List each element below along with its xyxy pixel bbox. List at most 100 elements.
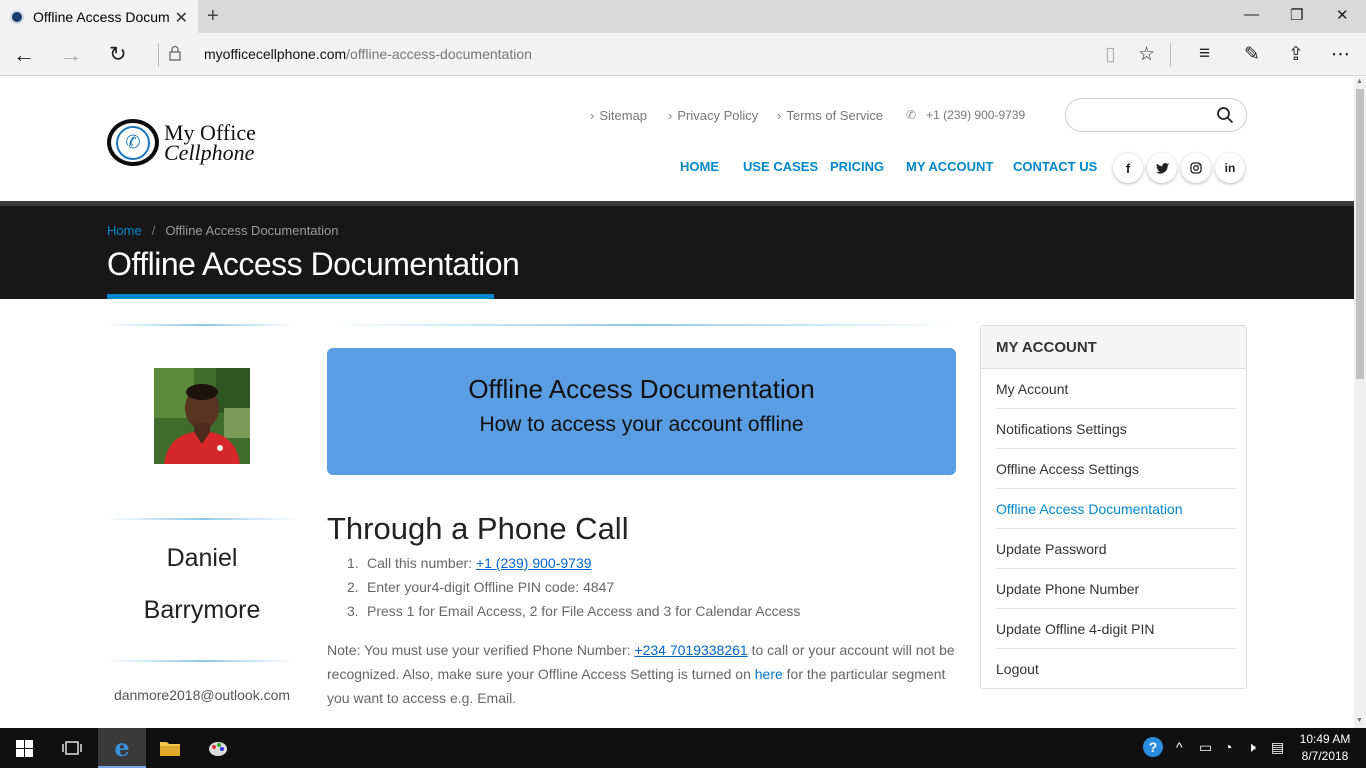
hero-subtitle: How to access your account offline <box>479 413 804 436</box>
account-sidebar: MY ACCOUNT My Account Notifications Sett… <box>980 325 1247 689</box>
page-scrollbar[interactable]: ▲ ▼ <box>1354 77 1366 728</box>
facebook-icon[interactable]: f <box>1113 153 1143 183</box>
nav-use-cases[interactable]: USE CASES <box>743 159 818 174</box>
favorite-star-icon[interactable]: ☆ <box>1138 43 1155 66</box>
url-field[interactable]: myofficecellphone.com/offline-access-doc… <box>204 46 532 62</box>
url-domain: myofficecellphone.com <box>204 46 347 62</box>
nav-home[interactable]: HOME <box>680 159 719 174</box>
refresh-icon[interactable]: ↻ <box>109 42 127 67</box>
browser-tabbar: Offline Access Documer ✕ + — ❐ ✕ <box>0 0 1366 33</box>
nav-my-account[interactable]: MY ACCOUNT <box>906 159 993 174</box>
profile-email: danmore2018@outlook.com <box>113 687 291 703</box>
steps-list: 1. Call this number: +1 (239) 900-9739 2.… <box>347 551 800 623</box>
page-viewport: ✆ My Office Cellphone Sitemap Privacy Po… <box>0 77 1354 728</box>
step-text: Call this number: <box>367 555 476 571</box>
close-tab-icon[interactable]: ✕ <box>175 8 188 28</box>
step-number: 2. <box>347 579 359 595</box>
scroll-thumb[interactable] <box>1356 89 1364 379</box>
profile-last-name: Barrymore <box>143 596 261 624</box>
sidebar-title: MY ACCOUNT <box>981 326 1246 369</box>
note-paragraph: Note: You must use your verified Phone N… <box>327 638 957 710</box>
toplink-privacy-policy[interactable]: Privacy Policy <box>668 108 758 123</box>
web-note-icon[interactable]: ✎ <box>1244 43 1260 66</box>
help-icon[interactable]: ? <box>1143 737 1163 757</box>
show-hidden-icons-icon[interactable]: ^ <box>1176 739 1183 755</box>
forward-icon[interactable]: → <box>60 42 82 68</box>
list-item: 3. Press 1 for Email Access, 2 for File A… <box>347 599 800 623</box>
sidebar-item-update-offline-pin[interactable]: Update Offline 4-digit PIN <box>996 609 1236 649</box>
taskbar-edge-app[interactable]: e <box>98 728 146 768</box>
edge-icon: e <box>114 732 130 762</box>
task-view-button[interactable] <box>48 728 96 768</box>
breadcrumb-current: Offline Access Documentation <box>165 223 339 238</box>
nav-contact-us[interactable]: CONTACT US <box>1013 159 1097 174</box>
header-phone-number: +1 (239) 900-9739 <box>926 108 1026 122</box>
twitter-icon[interactable] <box>1147 153 1177 183</box>
scroll-down-icon[interactable]: ▼ <box>1356 717 1363 724</box>
taskbar: e ? ^ ▭ ◔ 🕨 ▤ 10:49 AM 8/7/2018 <box>0 728 1366 768</box>
site-logo[interactable]: ✆ My Office Cellphone <box>107 119 256 166</box>
here-link[interactable]: here <box>755 666 783 682</box>
hub-icon[interactable]: ≡ <box>1199 43 1210 65</box>
taskbar-app-paint[interactable] <box>194 728 242 768</box>
sidebar-item-logout[interactable]: Logout <box>996 649 1236 689</box>
nav-pricing[interactable]: PRICING <box>830 159 884 174</box>
wifi-icon[interactable]: ◔ <box>1224 739 1232 755</box>
profile-first-name: Daniel <box>166 544 238 572</box>
sidebar-item-offline-access-settings[interactable]: Offline Access Settings <box>996 449 1236 489</box>
restore-icon[interactable]: ❐ <box>1290 6 1303 24</box>
browser-tab[interactable]: Offline Access Documer ✕ <box>0 0 198 33</box>
share-icon[interactable]: ⇪ <box>1288 43 1304 66</box>
main-divider <box>327 324 956 326</box>
folder-icon <box>160 742 180 756</box>
toplink-sitemap[interactable]: Sitemap <box>590 108 647 123</box>
url-path: /offline-access-documentation <box>346 46 532 62</box>
site-favicon-icon <box>10 9 24 24</box>
lock-icon[interactable] <box>169 45 181 61</box>
sidebar-item-update-phone-number[interactable]: Update Phone Number <box>996 569 1236 609</box>
breadcrumb-home[interactable]: Home <box>107 223 142 238</box>
note-prefix: Note: You must use your verified Phone N… <box>327 642 635 658</box>
taskbar-clock[interactable]: 10:49 AM 8/7/2018 <box>1290 731 1360 765</box>
start-button[interactable] <box>0 728 48 768</box>
notifications-icon[interactable]: ▤ <box>1271 739 1284 756</box>
step-number: 1. <box>347 555 359 571</box>
toolbar-separator <box>1170 43 1171 67</box>
minimize-icon[interactable]: — <box>1244 6 1259 23</box>
tab-title: Offline Access Documer <box>33 8 169 25</box>
call-number-link[interactable]: +1 (239) 900-9739 <box>476 555 592 571</box>
linkedin-icon[interactable]: in <box>1215 153 1245 183</box>
profile-divider-middle <box>107 518 297 520</box>
volume-muted-icon[interactable]: 🕨 <box>1247 739 1256 756</box>
search-icon[interactable] <box>1216 106 1234 124</box>
header-phone: ✆ +1 (239) 900-9739 <box>906 108 1025 122</box>
more-icon[interactable]: ⋯ <box>1331 43 1350 66</box>
hero-banner: Offline Access Documentation How to acce… <box>327 348 956 475</box>
clock-time: 10:49 AM <box>1299 732 1351 746</box>
instagram-icon[interactable] <box>1181 153 1211 183</box>
list-item: 2. Enter your4-digit Offline PIN code: 48… <box>347 575 800 599</box>
verified-phone-link[interactable]: +234 7019338261 <box>634 642 747 658</box>
scroll-up-icon[interactable]: ▲ <box>1356 78 1363 85</box>
logo-phone-icon: ✆ <box>107 119 159 166</box>
taskbar-file-explorer[interactable] <box>146 728 194 768</box>
windows-logo-icon <box>15 739 33 757</box>
back-icon[interactable]: ← <box>13 42 35 68</box>
step-text: Enter your4-digit Offline PIN code: 4847 <box>367 579 615 595</box>
phone-icon: ✆ <box>906 108 917 122</box>
sidebar-item-offline-access-documentation[interactable]: Offline Access Documentation <box>996 489 1236 529</box>
close-window-icon[interactable]: ✕ <box>1336 6 1349 24</box>
new-tab-icon[interactable]: + <box>207 5 219 28</box>
section-title: Through a Phone Call <box>327 511 629 546</box>
avatar <box>154 368 250 464</box>
sidebar-item-notifications-settings[interactable]: Notifications Settings <box>996 409 1236 449</box>
sidebar-item-update-password[interactable]: Update Password <box>996 529 1236 569</box>
reading-view-icon[interactable]: ▯ <box>1105 43 1115 66</box>
battery-icon[interactable]: ▭ <box>1199 739 1212 756</box>
step-text: Press 1 for Email Access, 2 for File Acc… <box>367 603 801 619</box>
toplink-terms-of-service[interactable]: Terms of Service <box>777 108 883 123</box>
sidebar-item-my-account[interactable]: My Account <box>996 369 1236 409</box>
clock-date: 8/7/2018 <box>1301 749 1349 763</box>
paint-app-icon <box>209 742 227 756</box>
title-underline <box>107 294 494 299</box>
